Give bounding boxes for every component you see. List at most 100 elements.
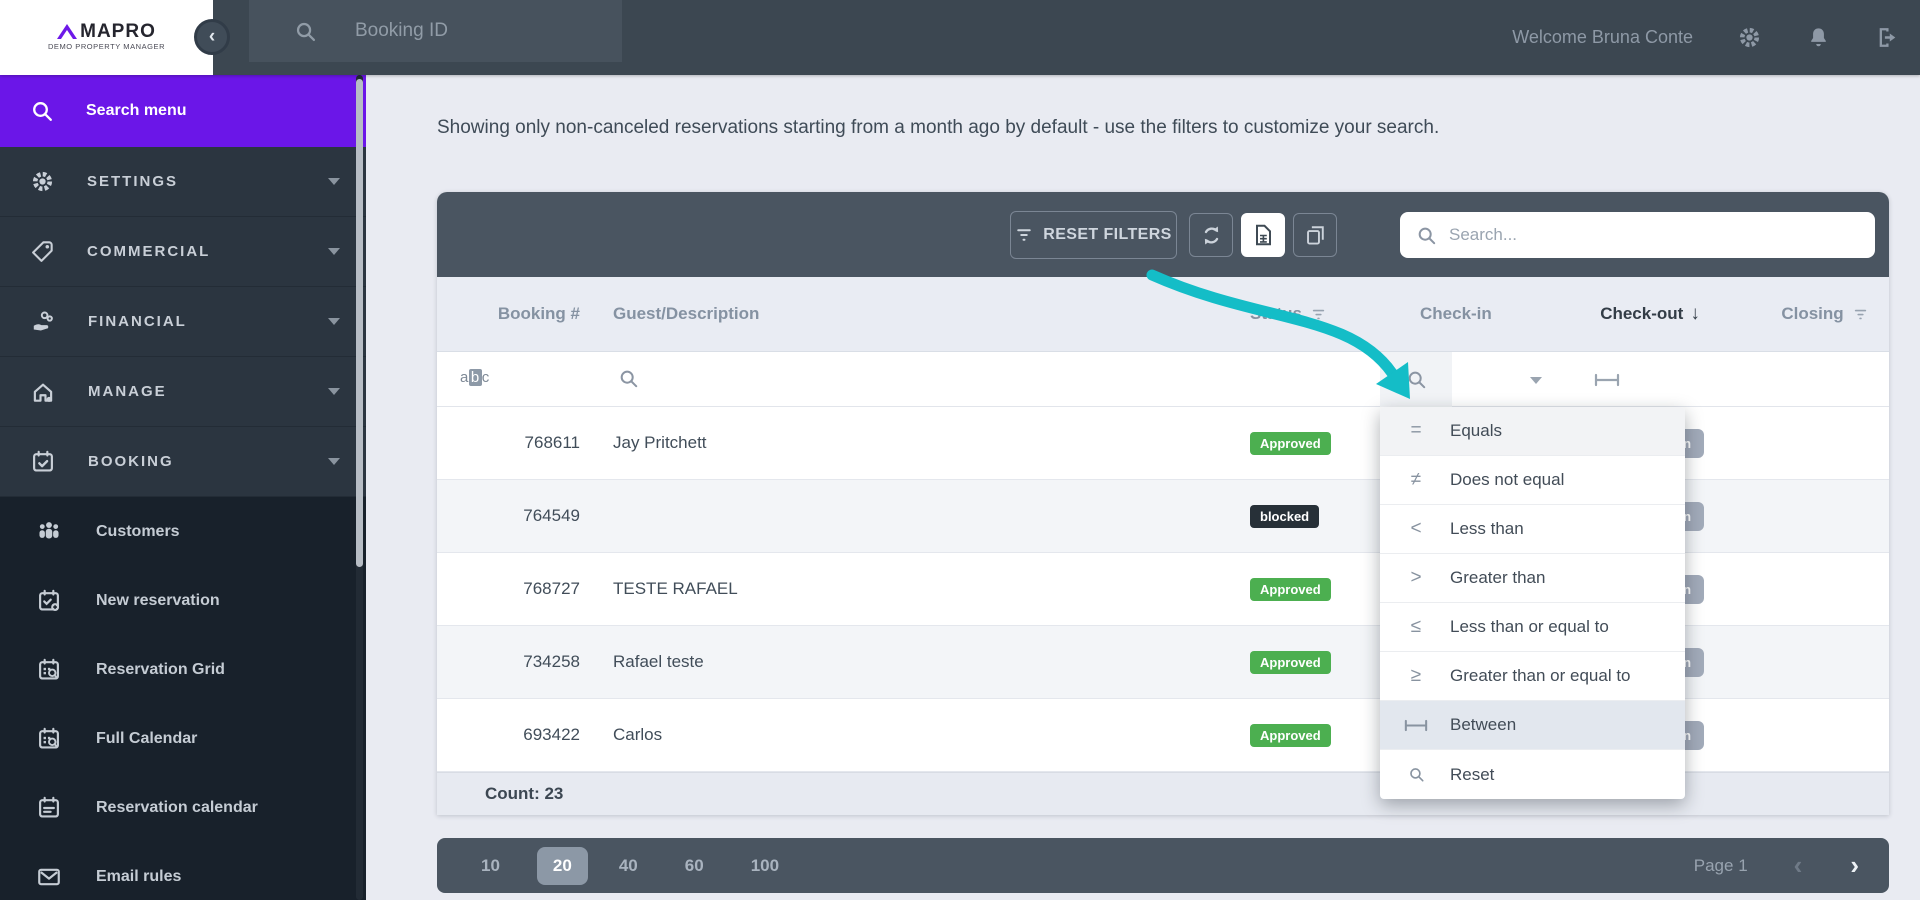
chevron-down-icon (328, 178, 340, 185)
page-size-100[interactable]: 100 (741, 847, 789, 885)
status-badge: Approved (1250, 578, 1331, 601)
app-screen: MAPRO DEMO PROPERTY MANAGER ‹ Welcome Br… (0, 0, 1920, 900)
sidebar-item-label: Full Calendar (96, 730, 197, 748)
cell-status: Approved (1240, 724, 1390, 747)
booking-id-search-input[interactable] (355, 20, 595, 42)
table-search-input[interactable] (1449, 225, 1859, 245)
sidebar-item-new-reservation[interactable]: New reservation (0, 566, 366, 635)
menu-item-less-than[interactable]: < Less than (1380, 505, 1685, 554)
header-guest[interactable]: Guest/Description (600, 304, 1240, 324)
cell-booking: 768611 (437, 433, 600, 453)
sidebar-item-commercial[interactable]: COMMERCIAL (0, 217, 366, 287)
sidebar-collapse-button[interactable]: ‹ (194, 19, 230, 55)
sort-desc-icon: ↓ (1690, 303, 1700, 325)
excel-file-icon (1251, 223, 1275, 247)
sidebar-scrollbar-thumb[interactable] (356, 79, 363, 567)
sidebar-item-label: COMMERCIAL (87, 243, 296, 260)
less-equal-icon: ≤ (1402, 616, 1430, 638)
page-size-60[interactable]: 60 (675, 847, 714, 885)
text-filter-icon[interactable]: abc (460, 369, 490, 386)
sidebar-item-email-rules[interactable]: Email rules (0, 842, 366, 900)
page-size-20[interactable]: 20 (537, 847, 588, 885)
sidebar-item-label: MANAGE (88, 383, 296, 400)
cell-status: Approved (1240, 651, 1390, 674)
header-booking[interactable]: Booking # (437, 304, 600, 324)
search-icon (1408, 766, 1425, 783)
reset-filters-label: RESET FILTERS (1043, 226, 1171, 244)
calendar-check-icon (30, 449, 56, 475)
cell-guest: Rafael teste (600, 652, 1240, 672)
calendar-lines-icon (36, 795, 62, 821)
search-icon (1416, 225, 1437, 246)
sidebar-item-label: Search menu (86, 102, 186, 120)
menu-item-equals[interactable]: = Equals (1380, 407, 1685, 456)
menu-item-greater-than-or-equal[interactable]: ≥ Greater than or equal to (1380, 652, 1685, 701)
pagination-bar: 10 20 40 60 100 Page 1 ‹ › (437, 838, 1889, 893)
copy-button[interactable] (1293, 213, 1337, 257)
sidebar-item-settings[interactable]: SETTINGS (0, 147, 366, 217)
bell-icon[interactable] (1806, 25, 1831, 50)
sidebar-scrollbar (356, 75, 363, 900)
chevron-down-icon (328, 318, 340, 325)
menu-item-less-than-or-equal[interactable]: ≤ Less than or equal to (1380, 603, 1685, 652)
header-checkin[interactable]: Check-in (1390, 304, 1540, 324)
table-header-row: Booking # Guest/Description Status Check… (437, 277, 1889, 352)
status-badge: blocked (1250, 505, 1319, 528)
calendar-plus-icon (36, 588, 62, 614)
topbar-right: Welcome Bruna Conte (1512, 0, 1920, 75)
header-checkout[interactable]: Check-out ↓ (1540, 303, 1760, 325)
brand-name: MAPRO (80, 24, 156, 39)
guest-search-icon[interactable] (618, 368, 639, 389)
cell-guest: TESTE RAFAEL (600, 579, 1240, 599)
prev-page-icon[interactable]: ‹ (1794, 850, 1803, 881)
menu-item-label: Less than (1450, 519, 1524, 539)
header-status[interactable]: Status (1240, 304, 1390, 324)
next-page-icon[interactable]: › (1850, 850, 1859, 881)
cell-booking: 734258 (437, 652, 600, 672)
logo-mark-icon (57, 24, 77, 39)
table-toolbar: RESET FILTERS (437, 192, 1889, 277)
calendar-search-icon (36, 726, 62, 752)
sidebar-item-label: Customers (96, 523, 180, 541)
between-icon[interactable] (1594, 373, 1620, 387)
sidebar-item-manage[interactable]: MANAGE (0, 357, 366, 427)
booking-id-search (249, 0, 622, 62)
tag-icon (30, 239, 55, 264)
checkin-filter-cell[interactable] (1380, 352, 1452, 407)
menu-item-label: Equals (1450, 421, 1502, 441)
menu-item-greater-than[interactable]: > Greater than (1380, 554, 1685, 603)
chevron-down-icon[interactable] (1530, 377, 1542, 384)
menu-item-reset[interactable]: Reset (1380, 750, 1685, 799)
less-than-icon: < (1402, 518, 1430, 540)
cell-booking: 693422 (437, 725, 600, 745)
cell-guest: Carlos (600, 725, 1240, 745)
header-closing-label: Closing (1781, 304, 1843, 324)
logout-icon[interactable] (1875, 25, 1900, 50)
gear-icon[interactable] (1737, 25, 1762, 50)
comparison-filter-menu: = Equals ≠ Does not equal < Less than > … (1380, 407, 1685, 799)
menu-item-label: Reset (1450, 765, 1494, 785)
menu-item-between[interactable]: Between (1380, 701, 1685, 750)
sync-icon (1200, 224, 1223, 247)
sidebar-item-financial[interactable]: FINANCIAL (0, 287, 366, 357)
search-icon (1406, 369, 1427, 390)
sidebar-item-full-calendar[interactable]: Full Calendar (0, 704, 366, 773)
reset-filters-button[interactable]: RESET FILTERS (1010, 211, 1177, 259)
cell-guest: Jay Pritchett (600, 433, 1240, 453)
sidebar-item-reservation-grid[interactable]: Reservation Grid (0, 635, 366, 704)
sidebar-item-label: SETTINGS (87, 173, 296, 190)
filter-icon[interactable] (1311, 307, 1326, 322)
cell-status: Approved (1240, 578, 1390, 601)
header-closing[interactable]: Closing (1760, 304, 1889, 324)
menu-item-does-not-equal[interactable]: ≠ Does not equal (1380, 456, 1685, 505)
sidebar-item-search-menu[interactable]: Search menu (0, 75, 366, 147)
filter-icon[interactable] (1853, 307, 1868, 322)
page-size-10[interactable]: 10 (471, 847, 510, 885)
sidebar-item-reservation-calendar[interactable]: Reservation calendar (0, 773, 366, 842)
status-badge: Approved (1250, 724, 1331, 747)
export-excel-button[interactable] (1241, 213, 1285, 257)
page-size-40[interactable]: 40 (609, 847, 648, 885)
refresh-button[interactable] (1189, 213, 1233, 257)
sidebar-item-customers[interactable]: Customers (0, 497, 366, 566)
sidebar-item-booking[interactable]: BOOKING (0, 427, 366, 497)
